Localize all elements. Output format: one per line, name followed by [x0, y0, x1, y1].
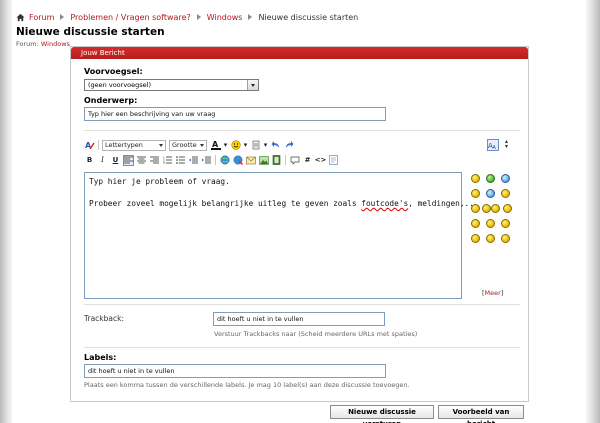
- redo-icon[interactable]: [283, 140, 294, 151]
- smiley-icon[interactable]: [471, 204, 480, 213]
- align-right-icon[interactable]: [149, 155, 160, 166]
- code-icon[interactable]: <>: [315, 155, 327, 166]
- remove-format-icon[interactable]: A: [84, 140, 95, 151]
- insert-link-icon[interactable]: [219, 155, 230, 166]
- prefix-label: Voorvoegsel:: [84, 67, 143, 76]
- breadcrumb-separator-icon: [60, 14, 65, 20]
- breadcrumb-link-windows[interactable]: Windows: [207, 13, 243, 22]
- hashtag-icon[interactable]: #: [302, 155, 313, 166]
- numbered-list-icon[interactable]: 123: [162, 155, 173, 166]
- editor-line-1: Typ hier je probleem of vraag.: [89, 177, 230, 186]
- chevron-down-icon[interactable]: [247, 80, 258, 90]
- smilies-more-link[interactable]: Meer: [485, 289, 501, 297]
- chevron-down-icon[interactable]: ▾: [223, 140, 228, 151]
- prefix-select-value: (geen voorvoegsel): [88, 81, 151, 89]
- breadcrumb: Forum Problemen / Vragen software? Windo…: [16, 11, 358, 23]
- svg-text:3: 3: [163, 161, 165, 164]
- toolbar-separator: [215, 155, 216, 165]
- labels-label: Labels:: [84, 353, 117, 362]
- submit-thread-button[interactable]: Nieuwe discussie versturen: [330, 405, 434, 423]
- smiley-icon[interactable]: [491, 204, 500, 213]
- smiley-icon[interactable]: [501, 234, 510, 243]
- svg-text:A: A: [212, 140, 219, 149]
- smiley-icon[interactable]: [471, 234, 480, 243]
- smiley-icon[interactable]: [482, 204, 491, 213]
- italic-icon[interactable]: I: [97, 155, 108, 166]
- smiley-icon[interactable]: [501, 174, 510, 183]
- window-edge-right: [586, 0, 600, 423]
- insert-email-icon[interactable]: [245, 155, 256, 166]
- misspelled-word: foutcode's: [361, 199, 409, 208]
- labels-hint: Plaats een komma tussen de verschillende…: [84, 381, 410, 389]
- divider: [84, 304, 520, 305]
- prefix-select[interactable]: (geen voorvoegsel): [84, 79, 259, 91]
- divider: [84, 347, 520, 348]
- subject-input[interactable]: Typ hier een beschrijving van uw vraag: [84, 107, 386, 121]
- forum-label: Forum:: [16, 40, 39, 48]
- breadcrumb-current: Nieuwe discussie starten: [258, 12, 359, 22]
- breadcrumb-separator-icon: [196, 14, 201, 20]
- panel-header: Jouw Bericht: [71, 47, 528, 59]
- editor-line-2: Probeer zoveel mogelijk belangrijke uitl…: [89, 199, 479, 208]
- smiley-icon[interactable]: [471, 189, 480, 198]
- smiley-icon[interactable]: [486, 219, 495, 228]
- smiley-icon[interactable]: [471, 219, 480, 228]
- switch-editor-mode-icon[interactable]: AA: [487, 139, 499, 151]
- bullet-list-icon[interactable]: [175, 155, 186, 166]
- attachment-icon[interactable]: [250, 140, 261, 151]
- smiley-icon[interactable]: [486, 174, 495, 183]
- smilies-more: [Meer]: [482, 289, 504, 297]
- outdent-icon[interactable]: [188, 155, 199, 166]
- trackback-hint: Verstuur Trackbacks naar (Scheid meerder…: [214, 330, 418, 338]
- chevron-down-icon[interactable]: ▾: [243, 140, 248, 151]
- chevron-down-icon[interactable]: ▾: [263, 140, 268, 151]
- font-select[interactable]: Lettertypen: [102, 139, 166, 151]
- smiley-icon[interactable]: [503, 204, 512, 213]
- toolbar-separator: [285, 155, 286, 165]
- resize-arrows-icon[interactable]: ▴ ▾: [505, 139, 508, 150]
- home-icon[interactable]: [16, 13, 25, 22]
- window-edge-left: [0, 0, 12, 423]
- smiley-menu-icon[interactable]: [230, 140, 241, 151]
- align-center-icon[interactable]: [136, 155, 147, 166]
- remove-link-icon[interactable]: [232, 155, 243, 166]
- editor-toolbar-bottom: B I U 123 # <>: [84, 154, 341, 166]
- breadcrumb-separator-icon: [248, 14, 253, 20]
- labels-input[interactable]: dit hoeft u niet in te vullen: [84, 364, 386, 378]
- editor-toolbar-top: A Lettertypen Grootte A ▾ ▾ ▾: [84, 139, 296, 151]
- smiley-icon[interactable]: [486, 234, 495, 243]
- smiley-icon[interactable]: [501, 189, 510, 198]
- message-editor[interactable]: Typ hier je probleem of vraag. Probeer z…: [84, 172, 479, 299]
- undo-icon[interactable]: [270, 140, 281, 151]
- indent-icon[interactable]: [201, 155, 212, 166]
- breadcrumb-link-forum[interactable]: Forum: [29, 13, 54, 22]
- insert-video-icon[interactable]: [271, 155, 282, 166]
- php-code-icon[interactable]: [328, 155, 339, 166]
- subject-label: Onderwerp:: [84, 96, 138, 105]
- bold-icon[interactable]: B: [84, 155, 95, 166]
- smiley-icon[interactable]: [501, 219, 510, 228]
- quote-icon[interactable]: [289, 155, 300, 166]
- underline-icon[interactable]: U: [110, 155, 121, 166]
- forum-link[interactable]: Windows: [41, 40, 70, 48]
- trackback-label: Trackback:: [84, 314, 124, 323]
- breadcrumb-link-software[interactable]: Problemen / Vragen software?: [70, 13, 190, 22]
- toolbar-separator: [98, 140, 99, 150]
- smiley-icon[interactable]: [471, 174, 480, 183]
- text-color-icon[interactable]: A: [210, 140, 221, 151]
- divider: [84, 130, 520, 131]
- align-left-icon[interactable]: [123, 154, 134, 166]
- forum-line: Forum: Windows: [16, 40, 70, 48]
- preview-button[interactable]: Voorbeeld van bericht: [438, 405, 524, 423]
- page-title: Nieuwe discussie starten: [16, 26, 165, 38]
- trackback-input[interactable]: dit hoeft u niet in te vullen: [213, 312, 385, 326]
- size-select[interactable]: Grootte: [169, 139, 207, 151]
- smiley-icon[interactable]: [486, 189, 495, 198]
- svg-text:A: A: [493, 145, 497, 150]
- insert-image-icon[interactable]: [258, 155, 269, 166]
